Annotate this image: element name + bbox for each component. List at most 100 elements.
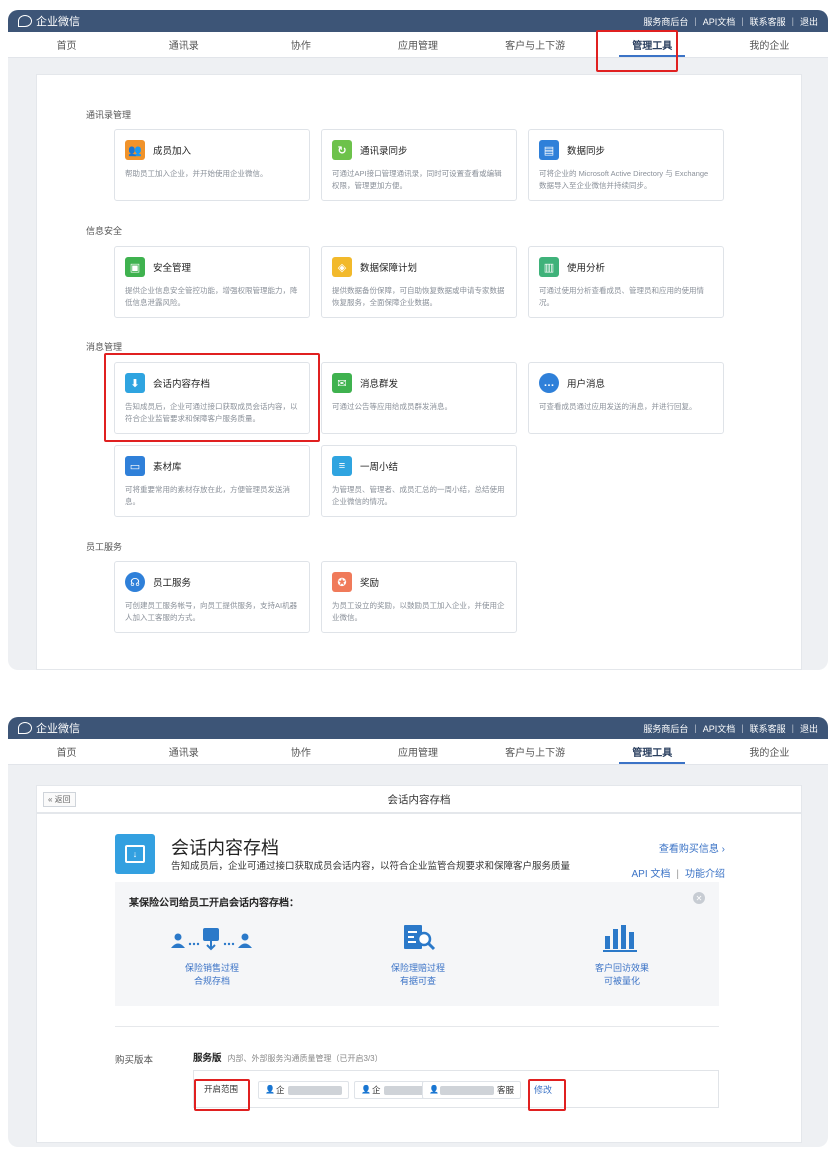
case-study-title: 某保险公司给员工开启会话内容存档： [129,898,299,909]
card-title: 使用分析 [567,263,606,274]
brand-logo[interactable]: 企业微信 [18,720,80,736]
separator: | [694,723,697,733]
top-bar: 企业微信 服务商后台 | API文档 | 联系客服 | 退出 [8,10,828,32]
back-button[interactable]: « 返回 [43,791,76,807]
section-title-contacts: 通讯录管理 [86,110,132,120]
top-links: 服务商后台 | API文档 | 联系客服 | 退出 [643,722,818,735]
tab-home[interactable]: 首页 [8,739,125,764]
card-weekly-summary[interactable]: ≡ 一周小结 为管理员、管理者、成员汇总的一周小结，总结使用企业微信的情况。 [321,445,517,517]
separator: | [741,16,744,26]
brand-logo[interactable]: 企业微信 [18,13,80,29]
highlight-scope-label [194,1079,250,1111]
section-title-security: 信息安全 [86,226,123,236]
card-desc: 可通过使用分析查看成员、管理员和应用的使用情况。 [539,286,704,307]
card-title: 用户消息 [567,379,606,390]
tab-management-tools[interactable]: 管理工具 [594,739,711,764]
feature-line1: 保险理赔过程 [390,963,445,973]
bar-chart-icon [547,924,697,952]
tab-contacts[interactable]: 通讯录 [125,32,242,57]
card-desc: 可创建员工服务帐号，向员工提供服务，支持AI机器人加入工客服的方式。 [125,601,298,622]
top-bar: 企业微信 服务商后台 | API文档 | 联系客服 | 退出 [8,717,828,739]
top-links: 服务商后台 | API文档 | 联系客服 | 退出 [643,15,818,28]
card-data-sync[interactable]: ▤ 数据同步 可将企业的 Microsoft Active Directory 与… [528,129,724,201]
card-material-library[interactable]: ▭ 素材库 可将重要常用的素材存放在此，方便管理员发送消息。 [114,445,310,517]
divider [115,1026,719,1027]
logout-link[interactable]: 退出 [800,15,818,28]
card-desc: 可将重要常用的素材存放在此，方便管理员发送消息。 [125,485,290,506]
feature-heading: 会话内容存档 [171,838,279,858]
wecom-logo-icon [18,722,32,734]
tab-app-management[interactable]: 应用管理 [359,32,476,57]
purchase-version-label: 购买版本 [115,1055,154,1066]
contact-support-link[interactable]: 联系客服 [750,722,786,735]
plan-info: 服务版 内部、外部服务沟通质量管理（已开启3/3） [193,1050,383,1064]
separator: | [676,869,679,880]
person-icon: 👤 [361,1085,371,1094]
close-icon[interactable]: ✕ [693,892,705,904]
provider-console-link[interactable]: 服务商后台 [643,15,688,28]
tab-app-management[interactable]: 应用管理 [359,739,476,764]
database-icon: ▤ [539,140,559,160]
card-contacts-sync[interactable]: ↻ 通讯录同步 可通过API接口管理通讯录，同时可设置查看或编辑权限，管理更加方便… [321,129,517,201]
card-user-messages[interactable]: … 用户消息 可查看成员通过应用发送的消息，并进行回复。 [528,362,724,434]
card-data-protection[interactable]: ◈ 数据保障计划 提供数据备份保障，可自助恢复数据或申请专家数据恢复服务，全面保障… [321,246,517,318]
card-security-management[interactable]: ▣ 安全管理 提供企业信息安全管控功能，增强权限管理能力，降低信息泄露风险。 [114,246,310,318]
badge-icon: ◈ [332,257,352,277]
feature-intro-link[interactable]: 功能介绍 [685,869,725,880]
page-title: 会话内容存档 [387,793,451,806]
highlight-management-tools-tab [596,30,678,72]
tab-customers[interactable]: 客户与上下游 [477,32,594,57]
card-title: 成员加入 [153,146,192,157]
brand-name: 企业微信 [36,723,80,735]
view-purchase-link[interactable]: 查看购买信息 › [631,840,725,855]
case-study-box: 某保险公司给员工开启会话内容存档： ✕ 保险销售过程 合规存档 保险理赔过程 有… [115,882,719,1006]
separator: | [791,723,794,733]
tab-home[interactable]: 首页 [8,32,125,57]
card-desc: 可通过API接口管理通讯录，同时可设置查看或编辑权限，管理更加方便。 [332,169,502,190]
feature-line1: 客户回访效果 [594,963,649,973]
chat-icon: … [539,373,559,393]
card-title: 数据保障计划 [360,263,418,274]
card-desc: 帮助员工加入企业，并开始使用企业微信。 [125,169,268,178]
provider-console-link[interactable]: 服务商后台 [643,722,688,735]
section-title-messaging: 消息管理 [86,342,123,352]
headset-icon: ☊ [125,572,145,592]
card-usage-analysis[interactable]: ▥ 使用分析 可通过使用分析查看成员、管理员和应用的使用情况。 [528,246,724,318]
bar-chart-icon: ▥ [539,257,559,277]
main-nav: 首页 通讯录 协作 应用管理 客户与上下游 管理工具 我的企业 [8,32,828,58]
tab-collaboration[interactable]: 协作 [242,739,359,764]
scope-box: 开启范围 👤 企 👤 企 👤 客服 修改 [193,1070,719,1108]
award-icon: ✪ [332,572,352,592]
feature-line2: 合规存档 [193,976,230,986]
tab-collaboration[interactable]: 协作 [242,32,359,57]
card-rewards[interactable]: ✪ 奖励 为员工设立的奖励，以鼓励员工加入企业，并使用企业微信。 [321,561,517,633]
contact-support-link[interactable]: 联系客服 [750,15,786,28]
tab-my-company[interactable]: 我的企业 [711,739,828,764]
api-doc-link[interactable]: API 文档 [631,869,670,880]
member-name: 客服 [497,1085,515,1095]
api-docs-link[interactable]: API文档 [703,722,736,735]
tab-my-company[interactable]: 我的企业 [711,32,828,57]
users-icon: 👥 [125,140,145,160]
feature-description: 告知成员后，企业可通过接口获取成员会话内容，以符合企业监管合规要求和保障客户服务… [171,861,571,872]
section-title-staff-services: 员工服务 [86,542,123,552]
plan-name: 服务版 [193,1053,222,1064]
card-title: 消息群发 [360,379,399,390]
tab-contacts[interactable]: 通讯录 [125,739,242,764]
brand-name: 企业微信 [36,16,80,28]
chat-archive-screenshot: 企业微信 服务商后台 | API文档 | 联系客服 | 退出 首页 通讯录 协作 应用… [8,717,828,1147]
card-title: 数据同步 [567,146,606,157]
sync-icon: ↻ [332,140,352,160]
card-member-join[interactable]: 👥 成员加入 帮助员工加入企业，并开始使用企业微信。 [114,129,310,201]
card-staff-service[interactable]: ☊ 员工服务 可创建员工服务帐号，向员工提供服务，支持AI机器人加入工客服的方式。 [114,561,310,633]
message-icon: ✉ [332,373,352,393]
folder-icon: ▭ [125,456,145,476]
card-desc: 为管理员、管理者、成员汇总的一周小结，总结使用企业微信的情况。 [332,485,505,506]
api-docs-link[interactable]: API文档 [703,15,736,28]
logout-link[interactable]: 退出 [800,722,818,735]
person-icon: 👤 [265,1085,275,1094]
card-mass-message[interactable]: ✉ 消息群发 可通过公告等应用给成员群发消息。 [321,362,517,434]
tab-customers[interactable]: 客户与上下游 [477,739,594,764]
card-title: 安全管理 [153,263,192,274]
card-desc: 可通过公告等应用给成员群发消息。 [332,402,452,411]
